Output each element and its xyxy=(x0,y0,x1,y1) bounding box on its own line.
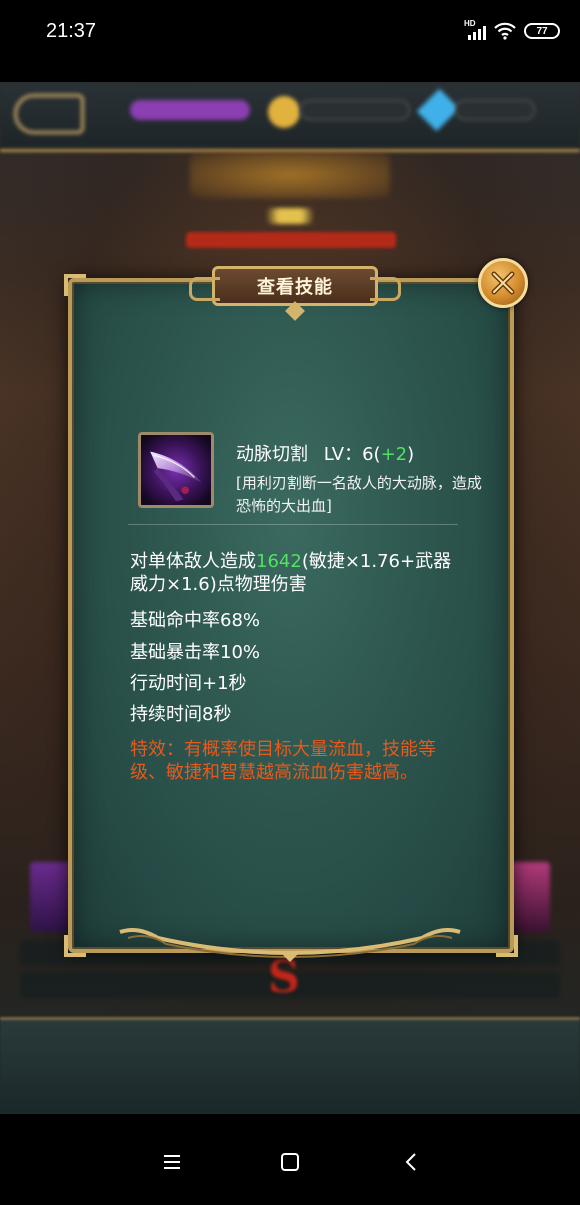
effect-damage: 1642 xyxy=(256,551,302,572)
bg-bottom-frame xyxy=(0,1017,580,1114)
blade-skill-icon xyxy=(138,432,214,508)
stat-crit-rate: 基础暴击率10% xyxy=(130,642,261,663)
status-icons: HD 77 xyxy=(464,19,560,40)
bg-gold-bar xyxy=(300,100,410,120)
dialog-title-banner: 查看技能 xyxy=(189,266,401,306)
dialog-title: 查看技能 xyxy=(257,277,333,298)
bg-hero-title xyxy=(190,152,390,198)
skill-description: [用利刃割断一名敌人的大动脉，造成恐怖的大出血] xyxy=(236,474,482,515)
skill-level-bonus: +2 xyxy=(380,444,408,465)
skill-name: 动脉切割 xyxy=(236,444,308,465)
frame-corner xyxy=(64,935,86,957)
effect-prefix: 对单体敌人造成 xyxy=(130,551,256,572)
skill-level: LV：6( xyxy=(323,444,381,465)
battery-icon: 77 xyxy=(524,23,560,39)
stat-hit-rate: 基础命中率68% xyxy=(130,610,261,631)
signal-icon: HD xyxy=(464,19,486,40)
close-icon xyxy=(491,271,515,295)
bg-back-icon xyxy=(14,94,84,134)
divider xyxy=(128,524,458,525)
status-bar: 21:37 HD 77 xyxy=(0,0,580,82)
skill-dialog: 查看技能 动脉切割 LV：6(+2) [用利刃割断一名敌人的大动脉，造成恐怖的大… xyxy=(64,266,518,957)
skill-level-close: ) xyxy=(407,444,415,465)
bg-gem-bar xyxy=(455,100,535,120)
frame-corner xyxy=(496,935,518,957)
skill-effect: 对单体敌人造成1642(敏捷×1.76+武器威力×1.6)点物理伤害 xyxy=(130,550,460,596)
home-icon[interactable] xyxy=(278,1150,302,1174)
bottom-ornament xyxy=(118,924,462,964)
skill-name-line: 动脉切割 LV：6(+2) xyxy=(236,440,414,466)
bg-coin-icon xyxy=(268,96,300,128)
back-icon[interactable] xyxy=(400,1150,424,1174)
special-effect: 特效：有概率使目标大量流血，技能等级、敏捷和智慧越高流血伤害越高。 xyxy=(130,739,436,783)
stat-duration: 持续时间8秒 xyxy=(130,704,232,725)
frame-corner xyxy=(64,274,86,296)
navigation-bar xyxy=(0,1114,580,1205)
status-time: 21:37 xyxy=(46,20,97,42)
bg-stars xyxy=(250,208,330,224)
wifi-icon xyxy=(494,22,516,40)
stat-action-time: 行动时间+1秒 xyxy=(130,673,247,694)
bg-hp-bar xyxy=(186,232,396,248)
game-background: S 查看技能 动脉切割 LV：6(+2) [用利刃割断一名敌人的大动脉，造成恐怖… xyxy=(0,82,580,1114)
menu-icon[interactable] xyxy=(160,1150,184,1174)
bg-exp-bar xyxy=(130,100,250,120)
close-button[interactable] xyxy=(478,258,528,308)
